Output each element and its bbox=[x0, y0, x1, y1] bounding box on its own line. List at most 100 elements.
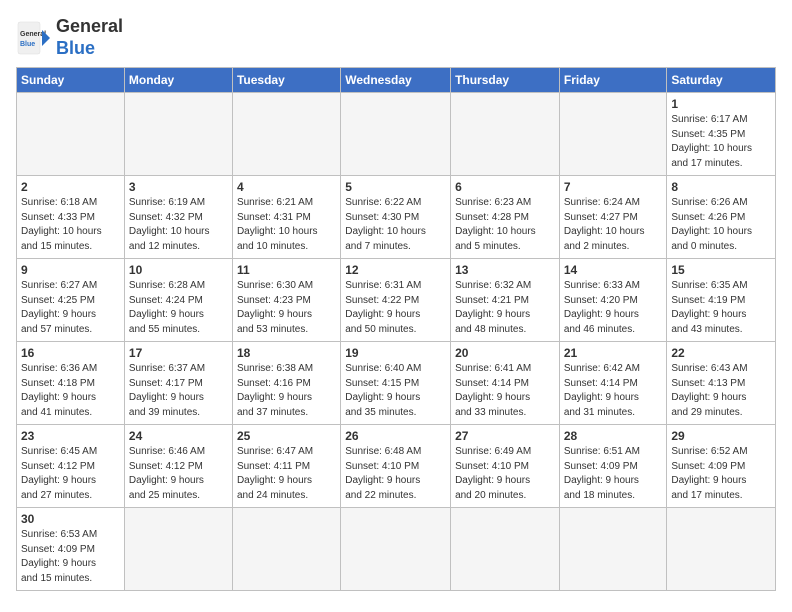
day-number: 30 bbox=[21, 512, 120, 526]
calendar-cell: 18 Sunrise: 6:38 AM Sunset: 4:16 PM Dayli… bbox=[232, 342, 340, 425]
day-info: Sunrise: 6:28 AM Sunset: 4:24 PM Dayligh… bbox=[129, 279, 228, 337]
calendar-week-row: 30 Sunrise: 6:53 AM Sunset: 4:09 PM Dayli… bbox=[17, 508, 776, 591]
calendar-cell: 17 Sunrise: 6:37 AM Sunset: 4:17 PM Dayli… bbox=[124, 342, 232, 425]
day-number: 14 bbox=[564, 263, 663, 277]
calendar-cell: 30 Sunrise: 6:53 AM Sunset: 4:09 PM Dayli… bbox=[17, 508, 125, 591]
day-number: 9 bbox=[21, 263, 120, 277]
day-info: Sunrise: 6:30 AM Sunset: 4:23 PM Dayligh… bbox=[237, 279, 336, 337]
day-number: 27 bbox=[455, 429, 555, 443]
calendar-week-row: 9 Sunrise: 6:27 AM Sunset: 4:25 PM Daylig… bbox=[17, 259, 776, 342]
day-number: 16 bbox=[21, 346, 120, 360]
calendar-cell bbox=[559, 93, 667, 176]
logo: General Blue General Blue bbox=[16, 16, 123, 59]
calendar-cell: 10 Sunrise: 6:28 AM Sunset: 4:24 PM Dayli… bbox=[124, 259, 232, 342]
calendar-cell: 8Sunrise: 6:26 AM Sunset: 4:26 PM Daylig… bbox=[667, 176, 776, 259]
svg-text:Blue: Blue bbox=[20, 41, 35, 48]
calendar-table: SundayMondayTuesdayWednesdayThursdayFrid… bbox=[16, 67, 776, 591]
calendar-cell bbox=[124, 508, 232, 591]
calendar-cell: 4 Sunrise: 6:21 AM Sunset: 4:31 PM Daylig… bbox=[232, 176, 340, 259]
day-info: Sunrise: 6:49 AM Sunset: 4:10 PM Dayligh… bbox=[455, 445, 555, 503]
day-info: Sunrise: 6:40 AM Sunset: 4:15 PM Dayligh… bbox=[345, 362, 446, 420]
day-info: Sunrise: 6:32 AM Sunset: 4:21 PM Dayligh… bbox=[455, 279, 555, 337]
day-number: 28 bbox=[564, 429, 663, 443]
page-header: General Blue General Blue bbox=[16, 16, 776, 59]
calendar-cell bbox=[559, 508, 667, 591]
day-info: Sunrise: 6:21 AM Sunset: 4:31 PM Dayligh… bbox=[237, 196, 336, 254]
weekday-header-sunday: Sunday bbox=[17, 68, 125, 93]
day-number: 29 bbox=[671, 429, 771, 443]
day-info: Sunrise: 6:19 AM Sunset: 4:32 PM Dayligh… bbox=[129, 196, 228, 254]
calendar-week-row: 2 Sunrise: 6:18 AM Sunset: 4:33 PM Daylig… bbox=[17, 176, 776, 259]
calendar-cell: 3 Sunrise: 6:19 AM Sunset: 4:32 PM Daylig… bbox=[124, 176, 232, 259]
day-number: 4 bbox=[237, 180, 336, 194]
calendar-cell: 2 Sunrise: 6:18 AM Sunset: 4:33 PM Daylig… bbox=[17, 176, 125, 259]
day-number: 12 bbox=[345, 263, 446, 277]
day-number: 23 bbox=[21, 429, 120, 443]
day-number: 17 bbox=[129, 346, 228, 360]
day-number: 7 bbox=[564, 180, 663, 194]
calendar-cell: 7 Sunrise: 6:24 AM Sunset: 4:27 PM Daylig… bbox=[559, 176, 667, 259]
calendar-cell: 14 Sunrise: 6:33 AM Sunset: 4:20 PM Dayli… bbox=[559, 259, 667, 342]
weekday-header-row: SundayMondayTuesdayWednesdayThursdayFrid… bbox=[17, 68, 776, 93]
calendar-cell: 29 Sunrise: 6:52 AM Sunset: 4:09 PM Dayli… bbox=[667, 425, 776, 508]
day-info: Sunrise: 6:52 AM Sunset: 4:09 PM Dayligh… bbox=[671, 445, 771, 503]
calendar-week-row: 1 Sunrise: 6:17 AM Sunset: 4:35 PM Daylig… bbox=[17, 93, 776, 176]
day-info: Sunrise: 6:47 AM Sunset: 4:11 PM Dayligh… bbox=[237, 445, 336, 503]
calendar-cell: 26 Sunrise: 6:48 AM Sunset: 4:10 PM Dayli… bbox=[341, 425, 451, 508]
weekday-header-friday: Friday bbox=[559, 68, 667, 93]
day-info: Sunrise: 6:36 AM Sunset: 4:18 PM Dayligh… bbox=[21, 362, 120, 420]
day-info: Sunrise: 6:38 AM Sunset: 4:16 PM Dayligh… bbox=[237, 362, 336, 420]
day-info: Sunrise: 6:27 AM Sunset: 4:25 PM Dayligh… bbox=[21, 279, 120, 337]
calendar-cell bbox=[232, 93, 340, 176]
day-number: 10 bbox=[129, 263, 228, 277]
day-info: Sunrise: 6:41 AM Sunset: 4:14 PM Dayligh… bbox=[455, 362, 555, 420]
day-info: Sunrise: 6:51 AM Sunset: 4:09 PM Dayligh… bbox=[564, 445, 663, 503]
day-info: Sunrise: 6:24 AM Sunset: 4:27 PM Dayligh… bbox=[564, 196, 663, 254]
day-number: 24 bbox=[129, 429, 228, 443]
logo-svg-wrap: General Blue General Blue bbox=[16, 16, 123, 59]
calendar-week-row: 23 Sunrise: 6:45 AM Sunset: 4:12 PM Dayli… bbox=[17, 425, 776, 508]
day-info: Sunrise: 6:45 AM Sunset: 4:12 PM Dayligh… bbox=[21, 445, 120, 503]
day-number: 5 bbox=[345, 180, 446, 194]
day-info: Sunrise: 6:18 AM Sunset: 4:33 PM Dayligh… bbox=[21, 196, 120, 254]
day-info: Sunrise: 6:46 AM Sunset: 4:12 PM Dayligh… bbox=[129, 445, 228, 503]
weekday-header-wednesday: Wednesday bbox=[341, 68, 451, 93]
day-info: Sunrise: 6:31 AM Sunset: 4:22 PM Dayligh… bbox=[345, 279, 446, 337]
day-info: Sunrise: 6:23 AM Sunset: 4:28 PM Dayligh… bbox=[455, 196, 555, 254]
calendar-cell: 6Sunrise: 6:23 AM Sunset: 4:28 PM Daylig… bbox=[451, 176, 560, 259]
calendar-cell: 1 Sunrise: 6:17 AM Sunset: 4:35 PM Daylig… bbox=[667, 93, 776, 176]
calendar-cell: 5 Sunrise: 6:22 AM Sunset: 4:30 PM Daylig… bbox=[341, 176, 451, 259]
day-number: 1 bbox=[671, 97, 771, 111]
day-info: Sunrise: 6:33 AM Sunset: 4:20 PM Dayligh… bbox=[564, 279, 663, 337]
day-info: Sunrise: 6:22 AM Sunset: 4:30 PM Dayligh… bbox=[345, 196, 446, 254]
calendar-cell: 16 Sunrise: 6:36 AM Sunset: 4:18 PM Dayli… bbox=[17, 342, 125, 425]
logo-graphic: General Blue bbox=[16, 20, 52, 56]
day-info: Sunrise: 6:53 AM Sunset: 4:09 PM Dayligh… bbox=[21, 528, 120, 586]
calendar-header: SundayMondayTuesdayWednesdayThursdayFrid… bbox=[17, 68, 776, 93]
day-number: 3 bbox=[129, 180, 228, 194]
calendar-cell bbox=[341, 93, 451, 176]
day-info: Sunrise: 6:37 AM Sunset: 4:17 PM Dayligh… bbox=[129, 362, 228, 420]
calendar-cell bbox=[451, 93, 560, 176]
day-number: 26 bbox=[345, 429, 446, 443]
day-info: Sunrise: 6:17 AM Sunset: 4:35 PM Dayligh… bbox=[671, 113, 771, 171]
day-number: 13 bbox=[455, 263, 555, 277]
calendar-cell bbox=[341, 508, 451, 591]
day-number: 11 bbox=[237, 263, 336, 277]
day-number: 25 bbox=[237, 429, 336, 443]
calendar-cell bbox=[124, 93, 232, 176]
calendar-cell: 15Sunrise: 6:35 AM Sunset: 4:19 PM Dayli… bbox=[667, 259, 776, 342]
calendar-cell: 9 Sunrise: 6:27 AM Sunset: 4:25 PM Daylig… bbox=[17, 259, 125, 342]
day-number: 19 bbox=[345, 346, 446, 360]
calendar-body: 1 Sunrise: 6:17 AM Sunset: 4:35 PM Daylig… bbox=[17, 93, 776, 591]
weekday-header-tuesday: Tuesday bbox=[232, 68, 340, 93]
calendar-cell: 25 Sunrise: 6:47 AM Sunset: 4:11 PM Dayli… bbox=[232, 425, 340, 508]
logo-general-text: General bbox=[56, 16, 123, 38]
day-info: Sunrise: 6:48 AM Sunset: 4:10 PM Dayligh… bbox=[345, 445, 446, 503]
calendar-cell: 20Sunrise: 6:41 AM Sunset: 4:14 PM Dayli… bbox=[451, 342, 560, 425]
day-number: 18 bbox=[237, 346, 336, 360]
day-number: 2 bbox=[21, 180, 120, 194]
calendar-cell bbox=[667, 508, 776, 591]
calendar-cell: 23 Sunrise: 6:45 AM Sunset: 4:12 PM Dayli… bbox=[17, 425, 125, 508]
weekday-header-monday: Monday bbox=[124, 68, 232, 93]
